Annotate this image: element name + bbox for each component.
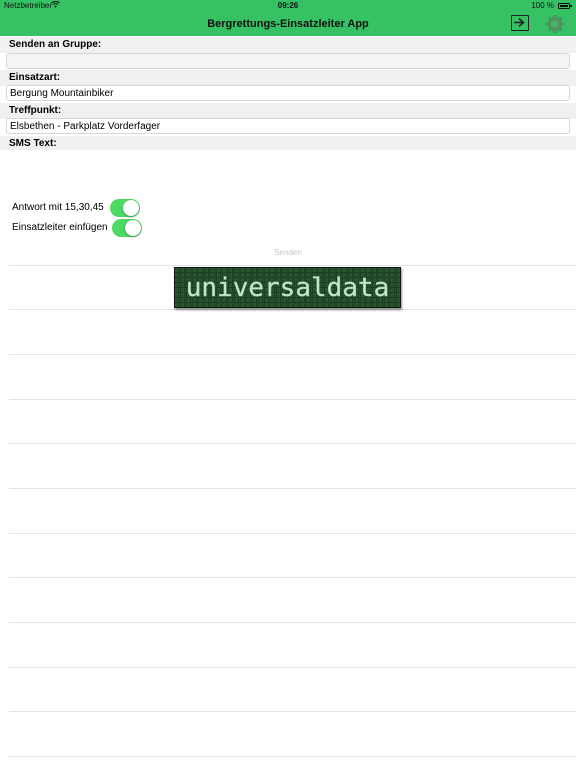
app-title: Bergrettungs-Einsatzleiter App [207, 18, 369, 30]
sms-textarea[interactable] [0, 150, 576, 196]
answer-switch-label: Antwort mit 15,30,45 [12, 202, 104, 213]
status-time: 09:26 [277, 1, 299, 10]
answer-toggle[interactable] [110, 199, 140, 217]
universaldata-logo: 0 1 universaldata [174, 267, 401, 308]
group-field[interactable] [6, 53, 570, 69]
exit-button[interactable] [511, 15, 529, 31]
navigation-bar: Bergrettungs-Einsatzleiter App [0, 12, 576, 36]
list-separator [9, 533, 576, 534]
list-separator [9, 443, 576, 444]
send-button[interactable]: Senden [0, 246, 576, 260]
leader-switch-label: Einsatzleiter einfügen [12, 222, 108, 233]
group-label: Senden an Gruppe: [0, 37, 576, 53]
status-bar: Netzbetreiber 09:26 100 % [0, 0, 576, 12]
toggle-knob [125, 220, 141, 236]
list-separator [9, 399, 576, 400]
type-field[interactable] [6, 85, 570, 101]
gear-icon [546, 15, 564, 33]
meeting-label: Treffpunkt: [0, 103, 576, 119]
battery-icon [558, 3, 572, 9]
list-separator [9, 711, 576, 712]
list-separator [9, 265, 576, 266]
list-separator [9, 577, 576, 578]
leader-toggle[interactable] [112, 219, 142, 237]
meeting-field[interactable] [6, 118, 570, 134]
list-separator [9, 667, 576, 668]
list-separator [9, 354, 576, 355]
type-label: Einsatzart: [0, 70, 576, 86]
list-separator [9, 622, 576, 623]
arrow-right-icon [514, 17, 525, 28]
gear-button[interactable] [545, 14, 565, 34]
logo-text: universaldata [186, 273, 390, 303]
list-separator [9, 309, 576, 310]
battery-percentage: 100 % [531, 1, 554, 10]
toggle-knob [123, 200, 139, 216]
list-separator [9, 488, 576, 489]
list-separator [9, 756, 576, 757]
